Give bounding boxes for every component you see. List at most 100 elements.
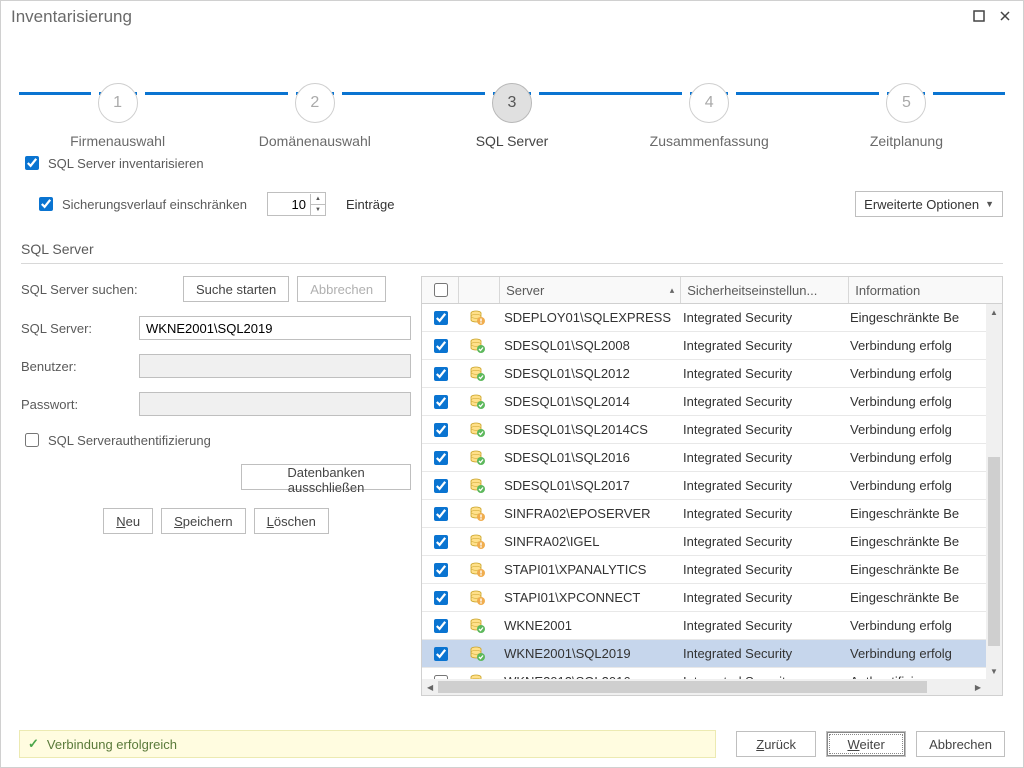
row-security: Integrated Security bbox=[677, 394, 844, 409]
sqlauth-checkbox[interactable]: SQL Serverauthentifizierung bbox=[21, 430, 411, 450]
row-checkbox[interactable] bbox=[434, 423, 448, 437]
table-row[interactable]: SDESQL01\SQL2014CSIntegrated SecurityVer… bbox=[422, 416, 986, 444]
maximize-icon[interactable] bbox=[971, 7, 987, 27]
row-checkbox[interactable] bbox=[434, 507, 448, 521]
row-checkbox[interactable] bbox=[434, 563, 448, 577]
table-row[interactable]: WKNE2001\SQL2019Integrated SecurityVerbi… bbox=[422, 640, 986, 668]
cancel-button[interactable]: Abbrechen bbox=[916, 731, 1005, 757]
inventorize-checkbox[interactable]: SQL Server inventarisieren bbox=[21, 153, 204, 173]
vertical-scrollbar[interactable]: ▲ ▼ bbox=[986, 304, 1002, 679]
search-start-button[interactable]: Suche starten bbox=[183, 276, 289, 302]
table-row[interactable]: SDESQL01\SQL2017Integrated SecurityVerbi… bbox=[422, 472, 986, 500]
row-checkbox-cell bbox=[422, 644, 458, 664]
crud-buttons: Neu Speichern Löschen bbox=[21, 508, 411, 534]
row-checkbox[interactable] bbox=[434, 451, 448, 465]
grid-header-security[interactable]: Sicherheitseinstellun... bbox=[681, 277, 849, 303]
row-checkbox[interactable] bbox=[434, 535, 448, 549]
horizontal-scrollbar[interactable]: ◀ ▶ bbox=[422, 679, 986, 695]
step-3[interactable]: 3SQL Server bbox=[413, 43, 610, 149]
grid-header-scroll-spacer bbox=[991, 277, 1002, 303]
table-row[interactable]: SDESQL01\SQL2014Integrated SecurityVerbi… bbox=[422, 388, 986, 416]
table-row[interactable]: SINFRA02\IGELIntegrated SecurityEingesch… bbox=[422, 528, 986, 556]
step-5[interactable]: 5Zeitplanung bbox=[808, 43, 1005, 149]
step-1[interactable]: 1Firmenauswahl bbox=[19, 43, 216, 149]
row-checkbox[interactable] bbox=[434, 395, 448, 409]
table-row[interactable]: SINFRA02\EPOSERVERIntegrated SecurityEin… bbox=[422, 500, 986, 528]
table-row[interactable]: SDEPLOY01\SQLEXPRESSIntegrated SecurityE… bbox=[422, 304, 986, 332]
row-server: SDESQL01\SQL2016 bbox=[498, 450, 677, 465]
row-checkbox[interactable] bbox=[434, 591, 448, 605]
table-row[interactable]: SDESQL01\SQL2012Integrated SecurityVerbi… bbox=[422, 360, 986, 388]
search-label: SQL Server suchen: bbox=[21, 282, 175, 297]
search-cancel-button[interactable]: Abbrechen bbox=[297, 276, 386, 302]
checkmark-icon: ✓ bbox=[28, 736, 39, 752]
database-icon bbox=[458, 506, 498, 522]
row-checkbox[interactable] bbox=[434, 479, 448, 493]
server-input[interactable] bbox=[139, 316, 411, 340]
scroll-down-icon[interactable]: ▼ bbox=[986, 663, 1002, 679]
row-info: Verbindung erfolg bbox=[844, 618, 986, 633]
grid-header-info[interactable]: Information bbox=[849, 277, 991, 303]
user-input[interactable] bbox=[139, 354, 411, 378]
status-bar: ✓ Verbindung erfolgreich bbox=[19, 730, 716, 758]
scroll-h-track[interactable] bbox=[438, 679, 970, 695]
row-security: Integrated Security bbox=[677, 562, 844, 577]
step-circle: 4 bbox=[689, 83, 729, 123]
row-checkbox[interactable] bbox=[434, 367, 448, 381]
advanced-options-dropdown[interactable]: Erweiterte Optionen ▼ bbox=[855, 191, 1003, 217]
table-row[interactable]: STAPI01\XPANALYTICSIntegrated SecurityEi… bbox=[422, 556, 986, 584]
table-row[interactable]: SDESQL01\SQL2016Integrated SecurityVerbi… bbox=[422, 444, 986, 472]
back-button[interactable]: Zurück bbox=[736, 731, 816, 757]
row-checkbox[interactable] bbox=[434, 619, 448, 633]
entries-spinner[interactable]: ▲ ▼ bbox=[267, 192, 326, 216]
inventorize-checkbox-input[interactable] bbox=[25, 156, 39, 170]
row-server: WKNE2001 bbox=[498, 618, 677, 633]
scroll-left-icon[interactable]: ◀ bbox=[422, 679, 438, 695]
grid-body: SDEPLOY01\SQLEXPRESSIntegrated SecurityE… bbox=[422, 304, 1002, 695]
grid-header-server[interactable]: Server bbox=[500, 277, 681, 303]
scroll-right-icon[interactable]: ▶ bbox=[970, 679, 986, 695]
new-button[interactable]: Neu bbox=[103, 508, 153, 534]
close-icon[interactable] bbox=[997, 7, 1013, 27]
scroll-up-icon[interactable]: ▲ bbox=[986, 304, 1002, 320]
step-label: Zeitplanung bbox=[870, 133, 943, 149]
row-checkbox[interactable] bbox=[434, 647, 448, 661]
row-server: SINFRA02\IGEL bbox=[498, 534, 677, 549]
entries-input[interactable] bbox=[268, 196, 310, 213]
sqlauth-checkbox-input[interactable] bbox=[25, 433, 39, 447]
step-4[interactable]: 4Zusammenfassung bbox=[611, 43, 808, 149]
row-server: STAPI01\XPANALYTICS bbox=[498, 562, 677, 577]
database-icon bbox=[458, 310, 498, 326]
exclude-db-button[interactable]: Datenbanken ausschließen bbox=[241, 464, 411, 490]
row-info: Verbindung erfolg bbox=[844, 394, 986, 409]
table-row[interactable]: WKNE2001Integrated SecurityVerbindung er… bbox=[422, 612, 986, 640]
grid-select-all-checkbox[interactable] bbox=[434, 283, 448, 297]
step-2[interactable]: 2Domänenauswahl bbox=[216, 43, 413, 149]
advanced-options-label: Erweiterte Optionen bbox=[864, 197, 979, 212]
save-button[interactable]: Speichern bbox=[161, 508, 246, 534]
wizard-window: Inventarisierung 1Firmenauswahl2Domänena… bbox=[0, 0, 1024, 768]
row-security: Integrated Security bbox=[677, 366, 844, 381]
right-pane: Server Sicherheitseinstellun... Informat… bbox=[421, 276, 1003, 696]
spinner-down-icon[interactable]: ▼ bbox=[311, 205, 325, 215]
password-input[interactable] bbox=[139, 392, 411, 416]
row-info: Verbindung erfolg bbox=[844, 450, 986, 465]
scroll-h-thumb[interactable] bbox=[438, 681, 927, 693]
restrict-checkbox[interactable]: Sicherungsverlauf einschränken bbox=[35, 194, 247, 214]
user-label: Benutzer: bbox=[21, 359, 131, 374]
grid-header-icon-col bbox=[459, 277, 500, 303]
next-button[interactable]: Weiter bbox=[826, 731, 906, 757]
table-row[interactable]: STAPI01\XPCONNECTIntegrated SecurityEing… bbox=[422, 584, 986, 612]
row-checkbox[interactable] bbox=[434, 311, 448, 325]
status-text: Verbindung erfolgreich bbox=[47, 737, 177, 752]
restrict-checkbox-input[interactable] bbox=[39, 197, 53, 211]
scroll-v-thumb[interactable] bbox=[988, 457, 1000, 646]
delete-button[interactable]: Löschen bbox=[254, 508, 329, 534]
row-info: Eingeschränkte Be bbox=[844, 590, 986, 605]
chevron-down-icon: ▼ bbox=[985, 199, 994, 209]
scroll-v-track[interactable] bbox=[986, 320, 1002, 663]
table-row[interactable]: SDESQL01\SQL2008Integrated SecurityVerbi… bbox=[422, 332, 986, 360]
row-server: SDESQL01\SQL2014CS bbox=[498, 422, 677, 437]
row-checkbox[interactable] bbox=[434, 339, 448, 353]
spinner-up-icon[interactable]: ▲ bbox=[311, 194, 325, 205]
